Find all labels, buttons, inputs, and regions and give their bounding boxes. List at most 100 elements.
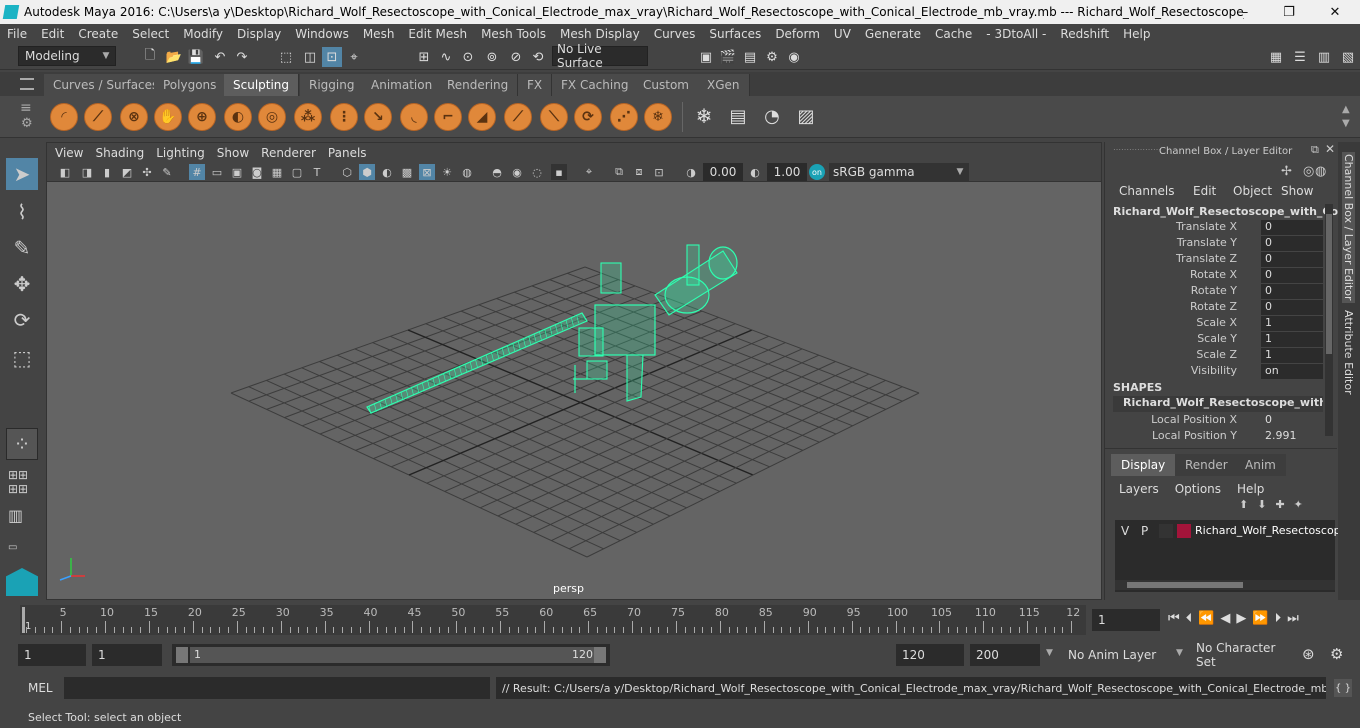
layout-options-icon[interactable]: ▭	[8, 542, 36, 556]
wireframe-on-shaded-icon[interactable]: ◐	[379, 164, 395, 180]
select-hierarchy-icon[interactable]: ⬚	[276, 47, 296, 67]
menu-curves[interactable]: Curves	[647, 27, 703, 41]
layer-menu-help[interactable]: Help	[1229, 482, 1272, 496]
menu-mesh-display[interactable]: Mesh Display	[553, 27, 647, 41]
make-live-icon[interactable]: ⟲	[528, 47, 548, 67]
anim-layer-dropdown[interactable]: No Anim Layer	[1062, 644, 1166, 666]
save-scene-icon[interactable]: 💾	[186, 47, 206, 67]
close-button[interactable]: ✕	[1312, 0, 1358, 24]
shape-attribute-row[interactable]: Local Position Y 2.991	[1105, 429, 1325, 445]
attribute-value[interactable]: 0	[1261, 300, 1323, 315]
attribute-row[interactable]: Rotate Z 0	[1105, 300, 1325, 316]
minimize-button[interactable]: –	[1222, 0, 1268, 24]
attribute-row[interactable]: Scale Z 1	[1105, 348, 1325, 364]
attribute-value[interactable]: 0	[1261, 252, 1323, 267]
resolution-gate-icon[interactable]: ▣	[229, 164, 245, 180]
menu-select[interactable]: Select	[125, 27, 176, 41]
foamy-tool-icon[interactable]: ◎	[258, 103, 286, 131]
menu-redshift[interactable]: Redshift	[1053, 27, 1116, 41]
attribute-row[interactable]: Rotate X 0	[1105, 268, 1325, 284]
camera-select-icon[interactable]: ◧	[57, 164, 73, 180]
attribute-row[interactable]: Rotate Y 0	[1105, 284, 1325, 300]
shelf-tab-custom[interactable]: Custom	[634, 74, 699, 96]
auto-key-icon[interactable]: ⊛	[1302, 645, 1315, 663]
chevron-down-icon[interactable]: ▼	[1046, 648, 1053, 658]
sculpt-properties-icon[interactable]: ▤	[728, 106, 748, 127]
flatten-tool-icon[interactable]: ◐	[224, 103, 252, 131]
shadows-icon[interactable]: ☀	[439, 164, 455, 180]
new-scene-icon[interactable]: 🗋	[140, 47, 160, 67]
shelf-scroll-up-icon[interactable]: ▲	[1342, 104, 1350, 115]
layer-type-toggle[interactable]	[1159, 524, 1173, 538]
channel-box-options-icon[interactable]: ◎	[1303, 164, 1314, 179]
viewport-menu-view[interactable]: View	[49, 146, 89, 160]
channel-menu-edit[interactable]: Edit	[1193, 184, 1216, 198]
float-panel-icon[interactable]: ⧉	[1311, 143, 1319, 157]
viewport-menu-lighting[interactable]: Lighting	[150, 146, 211, 160]
animation-preferences-icon[interactable]: ⚙	[1330, 645, 1343, 663]
character-set-dropdown[interactable]: No Character Set	[1190, 641, 1294, 669]
menu-edit[interactable]: Edit	[34, 27, 71, 41]
attribute-value[interactable]: on	[1261, 364, 1323, 379]
freeze-tool-icon[interactable]: ❄	[644, 103, 672, 131]
film-gate-icon[interactable]: ▭	[209, 164, 225, 180]
channel-box-toggle-icon[interactable]: ▧	[1338, 47, 1358, 67]
exposure-field[interactable]: 0.00	[703, 163, 743, 181]
layer-hscrollbar[interactable]	[1115, 580, 1335, 590]
channel-menu-object[interactable]: Object	[1233, 184, 1272, 198]
four-view-layout-icon[interactable]: ⊞⊞ ⊞⊞	[8, 468, 36, 496]
menu-cache[interactable]: Cache	[928, 27, 979, 41]
attribute-row[interactable]: Scale Y 1	[1105, 332, 1325, 348]
playback-end-field[interactable]: 120	[896, 644, 964, 666]
hscroll-thumb[interactable]	[1127, 582, 1243, 588]
attribute-editor-side-tab[interactable]: Attribute Editor	[1342, 310, 1355, 395]
grab-tool-icon[interactable]: ✋	[154, 103, 182, 131]
menu-windows[interactable]: Windows	[288, 27, 356, 41]
channel-box-side-tab[interactable]: Channel Box / Layer Editor	[1342, 152, 1355, 303]
layer-tab-render[interactable]: Render	[1175, 454, 1238, 476]
workspace-icon[interactable]: ▦	[1266, 47, 1286, 67]
attribute-row[interactable]: Translate Y 0	[1105, 236, 1325, 252]
attribute-row[interactable]: Translate Z 0	[1105, 252, 1325, 268]
layer-playback-toggle[interactable]: P	[1141, 524, 1148, 538]
grid-toggle-icon[interactable]: #	[189, 164, 205, 180]
grease-pencil-icon[interactable]: ✎	[159, 164, 175, 180]
attribute-editor-toggle-icon[interactable]: ▥	[1314, 47, 1334, 67]
layer-color-swatch[interactable]	[1177, 524, 1191, 538]
select-component-icon[interactable]: ⊡	[322, 47, 342, 67]
shelf-tab-xgen[interactable]: XGen	[698, 74, 750, 96]
menu-surfaces[interactable]: Surfaces	[702, 27, 768, 41]
snap-point-icon[interactable]: ⊙	[458, 47, 478, 67]
layer-tab-anim[interactable]: Anim	[1235, 454, 1286, 476]
scale-tool-icon[interactable]: ⬚	[6, 342, 38, 374]
gate-mask-icon[interactable]: ◙	[249, 164, 265, 180]
smooth-tool-icon[interactable]: ⟋	[84, 103, 112, 131]
chevron-down-icon[interactable]: ▼	[1176, 648, 1183, 658]
scrape-tool-icon[interactable]: ⌐	[434, 103, 462, 131]
scrollbar-thumb[interactable]	[1326, 214, 1332, 354]
menu-edit-mesh[interactable]: Edit Mesh	[401, 27, 474, 41]
viewport-menu-shading[interactable]: Shading	[89, 146, 150, 160]
attribute-value[interactable]: 1	[1261, 332, 1323, 347]
select-tool-icon[interactable]: ➤	[6, 158, 38, 190]
backface-culling-icon[interactable]: ⊡	[651, 164, 667, 180]
playback-start-field[interactable]: 1	[92, 644, 162, 666]
layer-tab-display[interactable]: Display	[1111, 454, 1176, 476]
layer-row[interactable]: V P Richard_Wolf_Resectoscop	[1115, 522, 1341, 540]
menu-create[interactable]: Create	[71, 27, 125, 41]
move-layer-down-icon[interactable]: ⬇	[1257, 498, 1275, 511]
outliner-layout-icon[interactable]: ▥	[8, 506, 36, 534]
range-end-handle[interactable]	[594, 647, 606, 663]
knife-tool-icon[interactable]: ⟋	[504, 103, 532, 131]
animation-start-field[interactable]: 1	[18, 644, 86, 666]
channel-menu-channels[interactable]: Channels	[1119, 184, 1175, 198]
attribute-value[interactable]: 0	[1261, 413, 1323, 428]
select-by-type-icon[interactable]: ⌖	[344, 47, 364, 67]
attribute-value[interactable]: 0	[1261, 284, 1323, 299]
render-current-icon[interactable]: 🎬	[718, 47, 738, 67]
rotate-tool-icon[interactable]: ⟳	[6, 304, 38, 336]
step-back-key-icon[interactable]: ⏴	[1186, 611, 1199, 626]
attribute-value[interactable]: 1	[1261, 348, 1323, 363]
render-settings-icon[interactable]: ⚙	[762, 47, 782, 67]
step-back-frame-icon[interactable]: ⏪	[1198, 611, 1220, 626]
